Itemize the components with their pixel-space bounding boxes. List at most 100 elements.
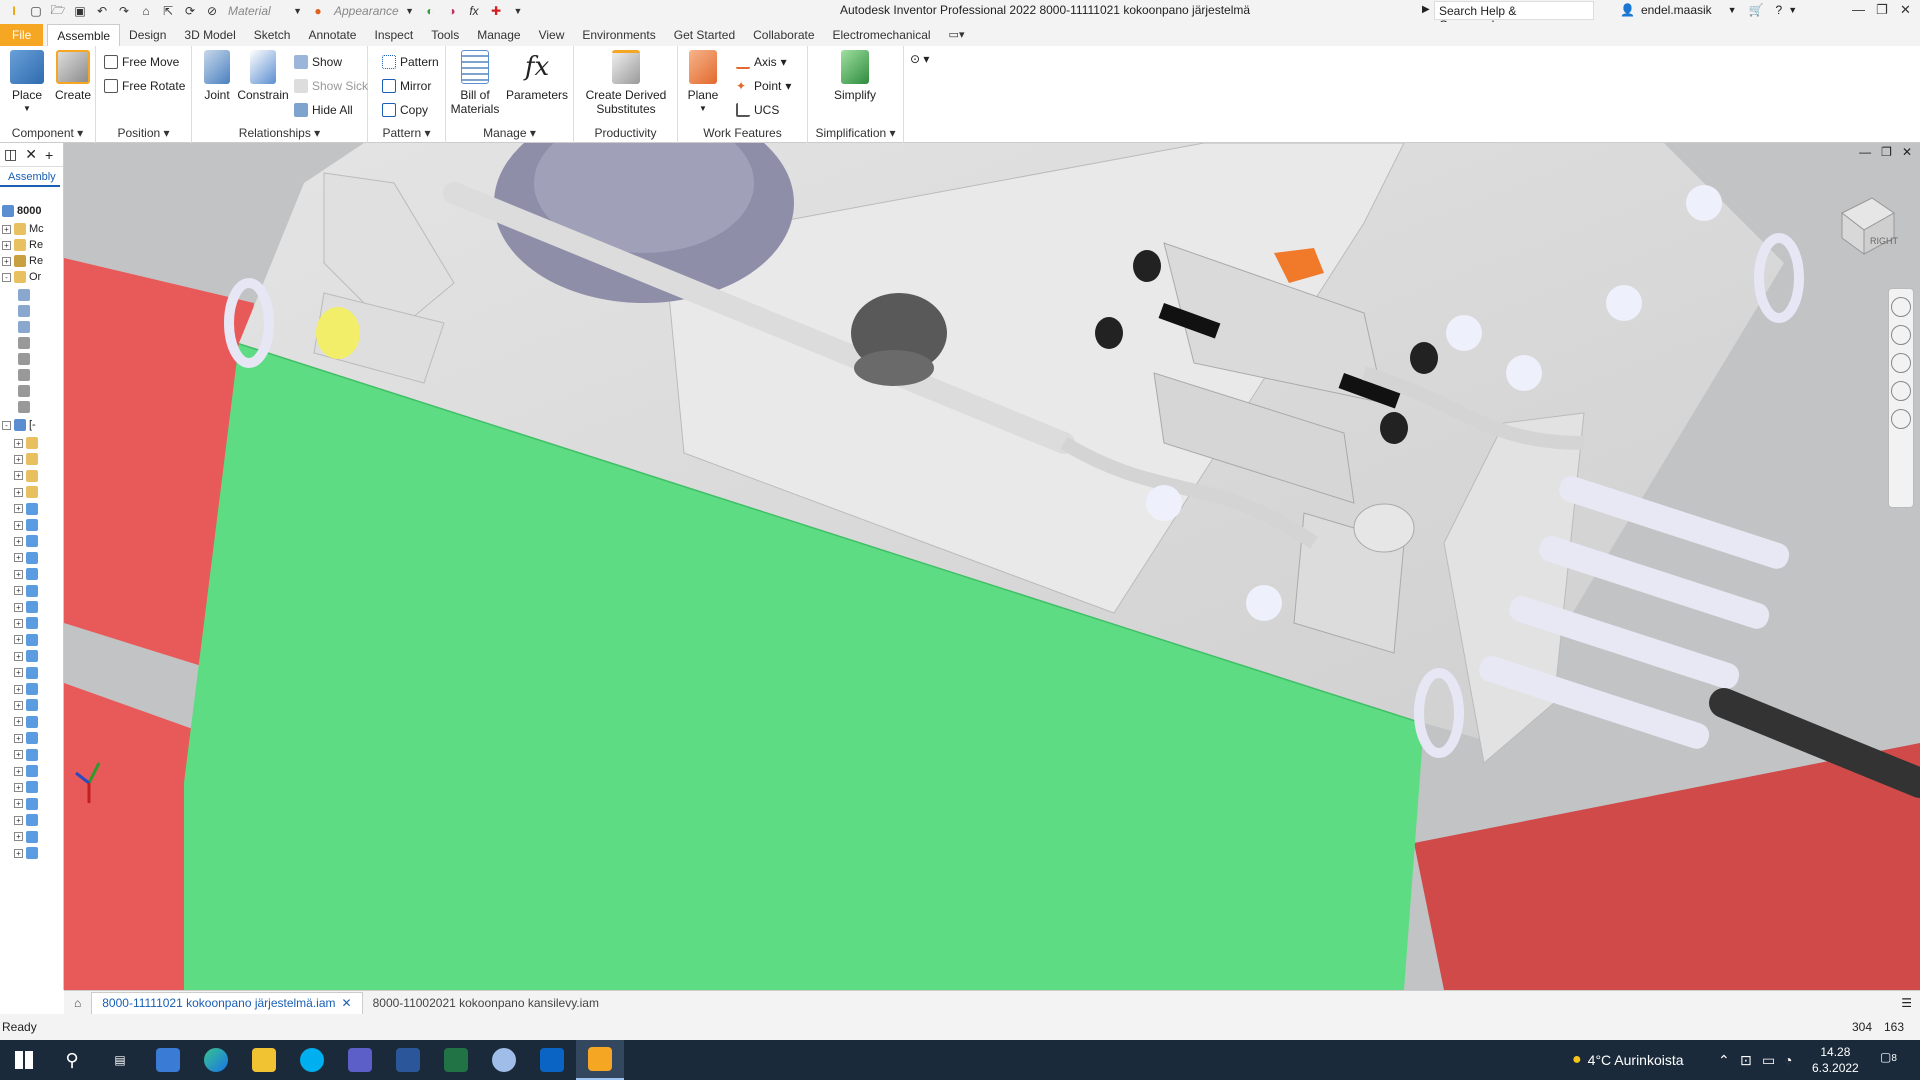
tree-sub-item[interactable]: + [14,779,38,795]
expand-icon[interactable]: + [14,454,23,464]
copy-button[interactable]: Copy [382,100,428,120]
appearance-select[interactable]: Appearance ▼ [330,2,418,20]
windows-start-icon[interactable] [0,1040,48,1080]
panel-title-manage[interactable]: Manage ▾ [446,126,573,140]
tree-root[interactable]: 8000 [2,203,41,219]
expand-icon[interactable]: + [14,553,23,563]
expand-icon[interactable]: + [14,586,23,596]
tab-file[interactable]: File [0,24,44,46]
chevron-right-icon[interactable]: ▶ [1422,4,1430,15]
expand-icon[interactable]: + [14,618,23,628]
skype-icon[interactable] [288,1040,336,1080]
tree-sub-item[interactable]: + [14,796,38,812]
expand-icon[interactable]: + [14,471,23,481]
expand-icon[interactable]: + [14,799,23,809]
tree-sub-item[interactable] [18,383,30,399]
task-view-icon[interactable]: ▤ [96,1040,144,1080]
expand-icon[interactable]: - [2,272,11,282]
expand-icon[interactable]: - [2,420,11,430]
tree-sub-item[interactable]: + [14,501,38,517]
expand-icon[interactable]: + [14,815,23,825]
clear-override-icon[interactable]: ⊘ [202,2,222,20]
tab-annotate[interactable]: Annotate [299,24,365,46]
tab-sketch[interactable]: Sketch [245,24,300,46]
tree-sub-item[interactable]: + [14,632,38,648]
tree-item[interactable]: + Re [2,237,43,253]
new-file-icon[interactable]: ▢ [26,2,46,20]
update-icon[interactable]: ⟳ [180,2,200,20]
parameters-button[interactable]: fx Parameters [504,50,570,102]
expand-icon[interactable]: + [14,668,23,678]
expand-icon[interactable]: + [14,520,23,530]
doc-tab[interactable]: 8000-11002021 kokoonpano kansilevy.iam [363,992,609,1014]
tab-collaborate[interactable]: Collaborate [744,24,823,46]
redo-icon[interactable]: ↷ [114,2,134,20]
tree-item[interactable]: - Or [2,269,41,285]
tree-sub-item[interactable]: + [14,714,38,730]
tree-sub-item[interactable]: + [14,550,38,566]
model-view[interactable] [64,143,1920,990]
expand-icon[interactable]: + [14,782,23,792]
tree-sub-item[interactable] [18,335,30,351]
weather-widget[interactable]: ● 4°C Aurinkoista [1572,1051,1684,1069]
add-icon[interactable]: + [45,147,53,163]
doc-tab-active[interactable]: 8000-11111021 kokoonpano järjestelmä.iam… [91,991,363,1014]
wifi-icon[interactable]: ◔ [1784,1052,1792,1068]
home-icon[interactable]: ⌂ [136,2,156,20]
expand-icon[interactable]: + [14,487,23,497]
hamburger-menu-icon[interactable]: ☰ [1901,996,1920,1010]
tab-tools[interactable]: Tools [422,24,468,46]
close-icon[interactable]: ✕ [342,996,352,1010]
tab-environments[interactable]: Environments [573,24,664,46]
tree-sub-item[interactable]: + [14,451,38,467]
tree-sub-item[interactable]: + [14,566,38,582]
select-icon[interactable]: ⇱ [158,2,178,20]
expand-icon[interactable]: + [14,651,23,661]
panel-title-simplification[interactable]: Simplification ▾ [808,126,903,140]
tree-item[interactable]: + Re [2,253,43,269]
tree-sub-item[interactable] [18,287,30,303]
expand-icon[interactable]: + [14,569,23,579]
tree-sub-item[interactable]: + [14,747,38,763]
tree-item[interactable]: + Mc [2,221,44,237]
notifications-icon[interactable]: ▢8 [1880,1050,1897,1064]
help-search-input[interactable]: Search Help & Commands... [1434,1,1594,32]
view-cube[interactable]: RIGHT [1832,188,1902,258]
expand-icon[interactable]: + [14,848,23,858]
chevron-up-icon[interactable]: ⌃ [1718,1052,1730,1069]
undo-icon[interactable]: ↶ [92,2,112,20]
battery-icon[interactable]: ▭ [1762,1052,1775,1069]
store-icon[interactable] [144,1040,192,1080]
expand-icon[interactable]: + [14,684,23,694]
tree-sub-item[interactable]: + [14,599,38,615]
expand-icon[interactable]: + [14,602,23,612]
tree-sub-item[interactable] [18,319,30,335]
tree-item[interactable]: - [- [2,417,36,433]
adjust-appearance-icon[interactable]: ◐ [420,2,440,20]
panel-title-pattern[interactable]: Pattern ▾ [368,126,445,140]
user-account[interactable]: 👤 endel.maasik ▼ 🛒 ? ▼ [1620,3,1797,17]
browser-tab-assembly[interactable]: Assembly [0,167,60,187]
tree-sub-item[interactable]: + [14,648,38,664]
expand-icon[interactable]: + [14,717,23,727]
tree-sub-item[interactable] [18,351,30,367]
graphics-viewport[interactable]: RIGHT — ❐ ✕ [64,143,1920,990]
tree-sub-item[interactable]: + [14,665,38,681]
tab-3d-model[interactable]: 3D Model [175,24,244,46]
tree-sub-item[interactable]: + [14,533,38,549]
file-explorer-icon[interactable] [240,1040,288,1080]
tree-sub-item[interactable]: + [14,468,38,484]
panel-title-component[interactable]: Component ▾ [0,126,95,140]
tree-sub-item[interactable]: + [14,730,38,746]
ucs-button[interactable]: UCS [736,100,779,120]
tree-sub-item[interactable]: + [14,615,38,631]
restore-icon[interactable]: ❐ [1881,145,1892,159]
expand-icon[interactable]: + [14,832,23,842]
clock[interactable]: 14.28 6.3.2022 [1812,1044,1859,1076]
bill-of-materials-button[interactable]: Bill of Materials [450,50,500,116]
steering-wheel-icon[interactable] [1891,297,1911,317]
zoom-icon[interactable] [1891,353,1911,373]
create-derived-substitutes-button[interactable]: Create Derived Substitutes [580,50,672,116]
expand-icon[interactable]: + [2,224,11,234]
chat-app-icon[interactable] [480,1040,528,1080]
